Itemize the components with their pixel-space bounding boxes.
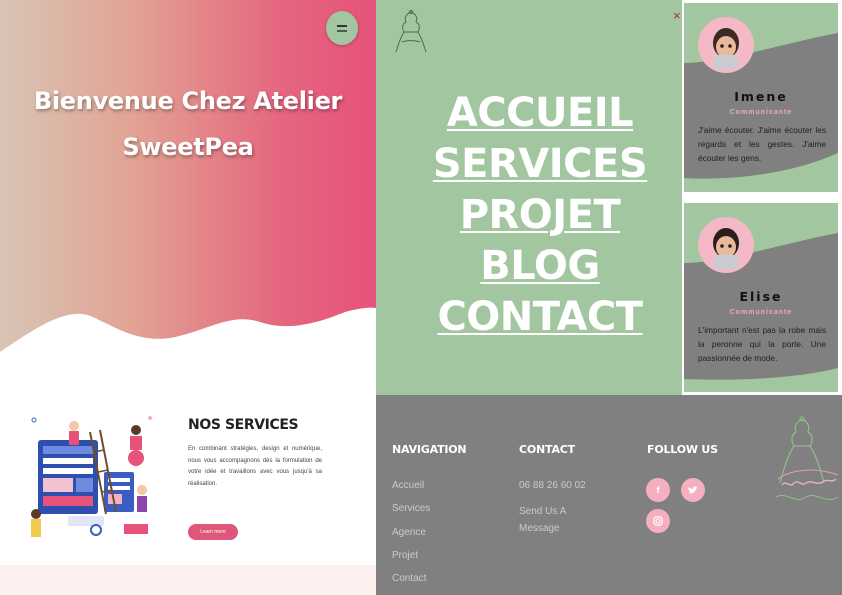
team-card-imene: Imene Communicante J'aime écouter. J'aim… <box>684 3 838 192</box>
services-bottom-strip <box>0 565 376 595</box>
atelier-logo <box>395 10 427 53</box>
member-bio: L'important n'est pas la robe mais la pe… <box>698 325 826 363</box>
team-section: Imene Communicante J'aime écouter. J'aim… <box>682 0 842 395</box>
learn-more-button[interactable]: Learn more <box>188 524 238 540</box>
menu-link-contact[interactable]: CONTACT <box>376 292 682 343</box>
hamburger-icon <box>337 25 347 27</box>
member-name: Elise <box>739 289 783 304</box>
facebook-icon[interactable]: f <box>646 478 670 502</box>
member-bio: J'aime écouter. J'aime écouter les regar… <box>698 125 826 163</box>
footer-follow-heading: FOLLOW US <box>647 443 718 456</box>
footer-phone-link[interactable]: 06 88 26 60 02 <box>519 480 586 491</box>
hero-wave <box>0 307 376 400</box>
footer-contact-heading: CONTACT <box>519 443 575 456</box>
instagram-glyph-icon <box>653 516 663 526</box>
menu-link-blog[interactable]: BLOG <box>376 241 682 292</box>
footer: NAVIGATION Accueil Services Agence Proje… <box>376 395 842 595</box>
hamburger-icon-line <box>337 30 347 32</box>
footer-message-link[interactable]: Send Us A Message <box>519 503 566 537</box>
instagram-icon[interactable] <box>646 509 670 533</box>
hero-title-line1: Bienvenue Chez Atelier <box>33 87 343 115</box>
services-description: En combinant stratégies, design et numér… <box>188 446 322 487</box>
memoji-avatar-icon <box>713 28 739 69</box>
team-card-elise: Elise Communicante L'important n'est pas… <box>684 203 838 392</box>
close-menu-button[interactable]: × <box>673 8 681 24</box>
footer-message-line2: Message <box>519 523 560 534</box>
memoji-avatar-icon <box>713 228 739 269</box>
member-role: Communicante <box>729 309 793 316</box>
menu-link-accueil[interactable]: ACCUEIL <box>376 88 682 139</box>
avatar <box>698 217 754 273</box>
member-name: Imene <box>734 89 788 104</box>
footer-link-agence[interactable]: Agence <box>392 527 426 538</box>
menu-nav-list: ACCUEIL SERVICES PROJET BLOG CONTACT <box>376 88 682 343</box>
hero-section: Bienvenue Chez Atelier SweetPea <box>0 0 376 400</box>
services-title: NOS SERVICES <box>188 417 299 433</box>
footer-link-projet[interactable]: Projet <box>392 550 418 561</box>
hero-title: Bienvenue Chez Atelier SweetPea <box>0 78 376 170</box>
services-illustration <box>31 416 152 537</box>
menu-toggle-button[interactable] <box>326 11 358 45</box>
member-role: Communicante <box>729 109 793 116</box>
footer-link-accueil[interactable]: Accueil <box>392 480 424 491</box>
hero-title-line2: SweetPea <box>122 133 254 161</box>
services-section: NOS SERVICES En combinant stratégies, de… <box>0 400 376 595</box>
avatar <box>698 17 754 73</box>
footer-link-contact[interactable]: Contact <box>392 573 426 584</box>
footer-navigation-heading: NAVIGATION <box>392 443 467 456</box>
twitter-icon[interactable] <box>681 478 705 502</box>
twitter-bird-icon <box>688 486 698 494</box>
menu-link-projet[interactable]: PROJET <box>376 190 682 241</box>
overlay-menu: × ACCUEIL SERVICES PROJET BLOG CONTACT <box>376 0 682 395</box>
sweetpea-footer-logo <box>775 416 839 501</box>
footer-link-services[interactable]: Services <box>392 503 430 514</box>
footer-message-line1: Send Us A <box>519 506 567 517</box>
menu-link-services[interactable]: SERVICES <box>376 139 682 190</box>
